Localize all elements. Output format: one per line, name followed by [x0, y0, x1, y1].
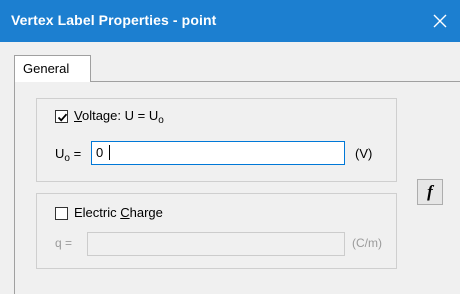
function-button[interactable]: f [417, 179, 443, 205]
voltage-input[interactable]: 0 [91, 141, 345, 165]
title-bar: Vertex Label Properties - point [0, 0, 460, 42]
voltage-unit: (V) [355, 146, 373, 161]
text-caret [109, 145, 111, 160]
dialog-window: Vertex Label Properties - point General … [0, 0, 460, 294]
close-icon [433, 14, 447, 28]
charge-checkbox[interactable] [55, 207, 68, 220]
close-button[interactable] [420, 0, 460, 42]
charge-field-label: q = [55, 236, 73, 250]
charge-checkbox-label[interactable]: Electric Charge [74, 205, 163, 220]
charge-input[interactable] [87, 232, 345, 256]
voltage-field-label: Uo = [55, 146, 82, 164]
voltage-checkbox-label[interactable]: Voltage: U = Uo [74, 108, 164, 126]
tab-general[interactable]: General [14, 55, 91, 82]
function-icon: f [427, 182, 433, 201]
charge-unit: (C/m) [352, 236, 382, 250]
voltage-checkbox[interactable] [55, 110, 68, 123]
window-title: Vertex Label Properties - point [11, 12, 217, 28]
checkmark-icon [57, 113, 68, 122]
